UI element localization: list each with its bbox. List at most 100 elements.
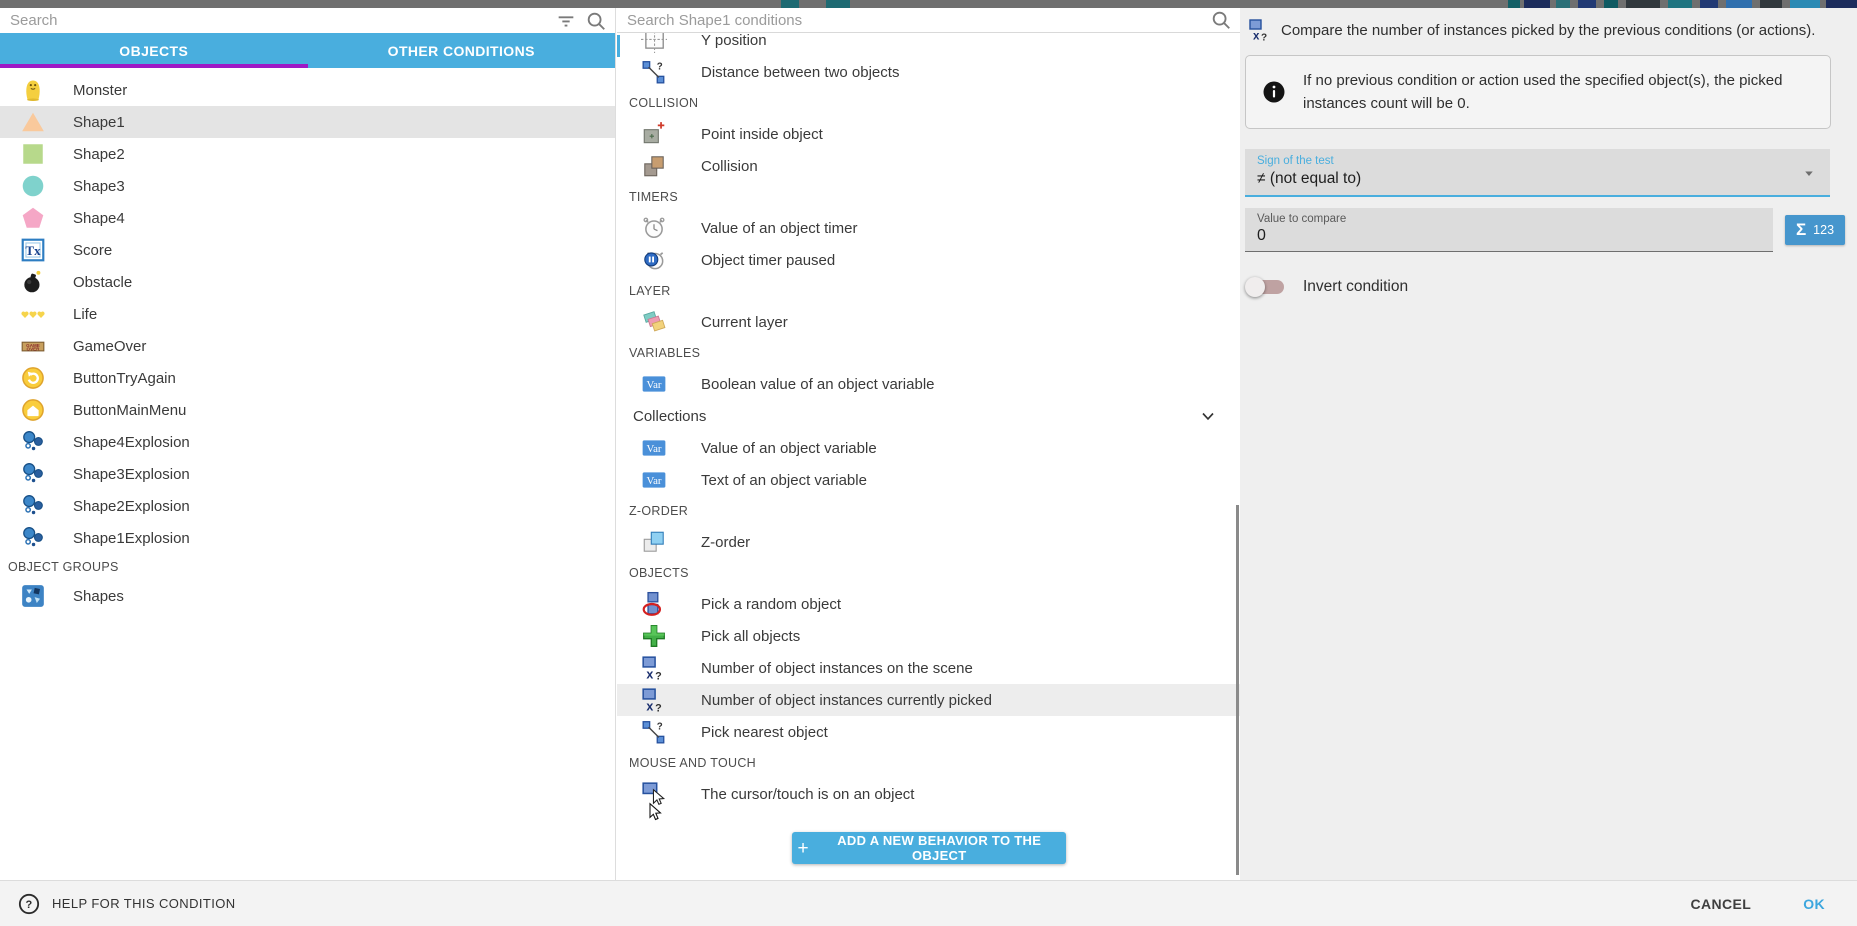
help-button[interactable]: ? HELP FOR THIS CONDITION — [18, 893, 236, 915]
object-row-score[interactable]: Tx Score — [0, 234, 615, 266]
condition-row-y-position[interactable]: Y position — [617, 33, 1240, 56]
object-row-buttonmainmenu[interactable]: ButtonMainMenu — [0, 394, 615, 426]
condition-row-distance-between-two-objects[interactable]: ? Distance between two objects — [617, 56, 1240, 88]
group-label: Shapes — [73, 588, 124, 605]
condition-row-number-of-object-instances-on-the-scene[interactable]: x?Number of object instances on the scen… — [617, 652, 1240, 684]
condition-category-header: LAYER — [617, 276, 1240, 306]
info-icon — [1262, 80, 1286, 104]
condition-row-pick-a-random-object[interactable]: Pick a random object — [617, 588, 1240, 620]
object-label: Shape3 — [73, 178, 125, 195]
tab-bar: OBJECTS OTHER CONDITIONS — [0, 33, 615, 68]
explosion-icon — [20, 461, 46, 487]
timer-paused-icon — [641, 247, 667, 273]
add-behavior-button[interactable]: + ADD A NEW BEHAVIOR TO THE OBJECT — [792, 832, 1066, 864]
value-to-compare-input[interactable] — [1257, 227, 1761, 245]
svg-text:Var: Var — [646, 443, 661, 455]
pick-nearest-icon: ? — [641, 719, 667, 745]
object-search-row — [0, 8, 615, 33]
object-label: ButtonMainMenu — [73, 402, 186, 419]
condition-row-boolean-value-of-an-object-variable[interactable]: VarBoolean value of an object variable — [617, 368, 1240, 400]
object-row-shape2[interactable]: Shape2 — [0, 138, 615, 170]
condition-label: Text of an object variable — [701, 472, 867, 489]
condition-row-the-cursor-touch-is-on-an-object[interactable]: The cursor/touch is on an object — [617, 778, 1240, 810]
condition-row-number-of-object-instances-currently-picked[interactable]: x? Number of object instances currently p… — [617, 684, 1240, 716]
condition-row-pick-nearest-object[interactable]: ? Pick nearest object — [617, 716, 1240, 748]
expression-editor-button[interactable]: Σ 123 — [1785, 215, 1845, 245]
variable-icon: Var — [641, 467, 667, 493]
object-row-shape3[interactable]: Shape3 — [0, 170, 615, 202]
object-row-shape1explosion[interactable]: Shape1Explosion — [0, 522, 615, 554]
invert-condition-toggle[interactable] — [1245, 276, 1287, 298]
svg-text:?: ? — [655, 670, 662, 681]
search-icon — [585, 10, 607, 32]
add-behavior-label: ADD A NEW BEHAVIOR TO THE OBJECT — [819, 833, 1060, 863]
svg-text:?: ? — [657, 61, 663, 72]
condition-label: Value of an object timer — [701, 220, 857, 237]
value-to-compare-field[interactable]: Value to compare — [1245, 208, 1773, 252]
condition-row-object-timer-paused[interactable]: Object timer paused — [617, 244, 1240, 276]
cancel-button[interactable]: CANCEL — [1690, 896, 1751, 912]
triangle-icon — [20, 109, 46, 135]
scrollbar[interactable] — [1236, 505, 1239, 875]
object-row-shape1[interactable]: Shape1 — [0, 106, 615, 138]
condition-label: Pick all objects — [701, 628, 800, 645]
monster-icon — [20, 77, 46, 103]
condition-parameters-panel: x? Compare the number of instances picke… — [1240, 8, 1857, 880]
ok-button[interactable]: OK — [1803, 896, 1825, 912]
object-row-buttontryagain[interactable]: ButtonTryAgain — [0, 362, 615, 394]
object-label: Score — [73, 242, 112, 259]
y-position-icon — [641, 33, 667, 53]
dropdown-arrow-icon — [1800, 164, 1818, 182]
variable-icon: Var — [641, 435, 667, 461]
condition-description: Compare the number of instances picked b… — [1281, 22, 1815, 39]
pentagon-icon — [20, 205, 46, 231]
condition-row-text-of-an-object-variable[interactable]: Var Text of an object variable — [617, 464, 1240, 496]
object-row-shape3explosion[interactable]: Shape3Explosion — [0, 458, 615, 490]
text-object-icon: Tx — [20, 237, 46, 263]
object-row-shape4explosion[interactable]: Shape4Explosion — [0, 426, 615, 458]
object-search-input[interactable] — [10, 12, 547, 29]
object-row-life[interactable]: Life — [0, 298, 615, 330]
object-row-shape4[interactable]: Shape4 — [0, 202, 615, 234]
object-row-gameover[interactable]: GAMEOVERGameOver — [0, 330, 615, 362]
condition-row-value-of-an-object-variable[interactable]: Var Value of an object variable — [617, 432, 1240, 464]
instance-count-icon: x? — [641, 687, 667, 713]
condition-label: Pick nearest object — [701, 724, 828, 741]
condition-label: Y position — [701, 33, 767, 49]
condition-chooser-panel: Y position? Distance between two objects C… — [617, 8, 1240, 880]
condition-description-row: x? Compare the number of instances picke… — [1240, 8, 1857, 42]
bomb-icon — [20, 269, 46, 295]
object-row-obstacle[interactable]: Obstacle — [0, 266, 615, 298]
dialog-footer: ? HELP FOR THIS CONDITION CANCEL OK — [0, 880, 1857, 926]
info-text: If no previous condition or action used … — [1303, 69, 1808, 116]
condition-list: Y position? Distance between two objects C… — [617, 33, 1240, 822]
condition-row-collision[interactable]: Collision — [617, 150, 1240, 182]
condition-row-z-order[interactable]: Z-order — [617, 526, 1240, 558]
condition-category-header: Z-ORDER — [617, 496, 1240, 526]
retry-button-icon — [20, 365, 46, 391]
condition-subsection-collections[interactable]: Collections — [617, 400, 1240, 432]
condition-search-input[interactable] — [627, 12, 1202, 29]
sign-of-test-label: Sign of the test — [1257, 155, 1818, 167]
condition-row-point-inside-object[interactable]: Point inside object — [617, 118, 1240, 150]
object-label: Shape2Explosion — [73, 498, 190, 515]
svg-text:x: x — [646, 699, 653, 713]
subsection-label: Collections — [633, 408, 706, 425]
condition-search-row — [617, 8, 1240, 33]
sign-of-test-select[interactable]: Sign of the test ≠ (not equal to) — [1245, 149, 1830, 197]
tab-objects[interactable]: OBJECTS — [0, 33, 308, 68]
condition-label: Number of object instances currently pic… — [701, 692, 992, 709]
filter-icon[interactable] — [555, 10, 577, 32]
condition-row-pick-all-objects[interactable]: Pick all objects — [617, 620, 1240, 652]
object-label: Shape2 — [73, 146, 125, 163]
condition-row-value-of-an-object-timer[interactable]: Value of an object timer — [617, 212, 1240, 244]
tab-other-conditions[interactable]: OTHER CONDITIONS — [308, 33, 616, 68]
explosion-icon — [20, 493, 46, 519]
condition-label: Value of an object variable — [701, 440, 877, 457]
condition-row-current-layer[interactable]: Current layer — [617, 306, 1240, 338]
object-row-shape2explosion[interactable]: Shape2Explosion — [0, 490, 615, 522]
group-row-shapes[interactable]: Shapes — [0, 580, 615, 612]
object-row-monster[interactable]: Monster — [0, 74, 615, 106]
chevron-down-icon[interactable] — [1198, 406, 1218, 426]
condition-label: Distance between two objects — [701, 64, 899, 81]
